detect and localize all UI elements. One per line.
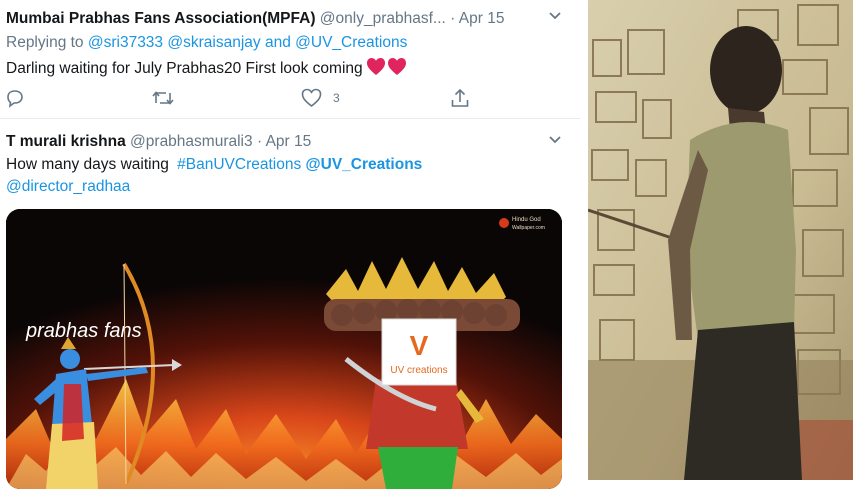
- author-handle[interactable]: @prabhasmurali3: [130, 133, 253, 150]
- reply-mention-1[interactable]: @sri37333: [88, 34, 163, 51]
- tweet-text-line-2: @director_radhaa: [6, 178, 130, 196]
- tweet-text: How many days waiting #BanUVCreations @U…: [6, 156, 422, 174]
- tweet-image[interactable]: Hindu God Wallpaper.com prabhas fans V U…: [6, 209, 562, 489]
- tweet-body: How many days waiting: [6, 156, 169, 173]
- tweet-date[interactable]: Apr 15: [459, 10, 505, 27]
- replying-to-line: Replying to @sri37333 @skraisanjay and @…: [6, 34, 407, 52]
- separator-dot: ·: [256, 133, 263, 150]
- author-name[interactable]: Mumbai Prabhas Fans Association(MPFA): [6, 10, 315, 27]
- tweet-mpfa[interactable]: Mumbai Prabhas Fans Association(MPFA) @o…: [0, 0, 580, 119]
- replying-to-label: Replying to: [6, 34, 84, 51]
- chevron-down-icon[interactable]: [548, 11, 562, 21]
- uv-creations-logo: V UV creations: [381, 318, 457, 386]
- watermark-line2: Wallpaper.com: [512, 225, 545, 231]
- tweet-murali[interactable]: T murali krishna @prabhasmurali3 · Apr 1…: [0, 119, 580, 489]
- reply-mention-3[interactable]: @UV_Creations: [295, 34, 407, 51]
- retweet-icon[interactable]: [152, 88, 174, 108]
- tweet-header: Mumbai Prabhas Fans Association(MPFA) @o…: [6, 10, 504, 28]
- like-count: 3: [333, 91, 340, 105]
- tweet-date[interactable]: Apr 15: [266, 133, 312, 150]
- heart-emoji-pair: [366, 58, 407, 81]
- share-icon[interactable]: [450, 88, 470, 108]
- heart-icon[interactable]: [301, 88, 322, 108]
- movie-poster-photo: [588, 0, 853, 480]
- tweet-feed: Mumbai Prabhas Fans Association(MPFA) @o…: [0, 0, 580, 489]
- watermark-line1: Hindu God: [512, 217, 541, 223]
- uv-logo-text: UV creations: [390, 365, 447, 376]
- mention-link-2[interactable]: @director_radhaa: [6, 178, 130, 195]
- reply-icon[interactable]: [5, 88, 25, 108]
- reply-and-text: and: [264, 34, 291, 51]
- separator-dot: ·: [450, 10, 456, 27]
- uv-logo-letter: V: [410, 330, 429, 361]
- reply-mention-2[interactable]: @skraisanjay: [167, 34, 260, 51]
- hashtag-link[interactable]: #BanUVCreations: [177, 156, 301, 173]
- chevron-down-icon[interactable]: [548, 135, 562, 145]
- panel-divider: [580, 0, 588, 480]
- tweet-text: Darling waiting for July Prabhas20 First…: [6, 58, 407, 81]
- author-name[interactable]: T murali krishna: [6, 133, 126, 150]
- mention-link-1[interactable]: @UV_Creations: [306, 156, 423, 173]
- tweet-body: Darling waiting for July Prabhas20 First…: [6, 60, 363, 77]
- author-handle[interactable]: @only_prabhasf...: [320, 10, 446, 27]
- tweet-header: T murali krishna @prabhasmurali3 · Apr 1…: [6, 133, 311, 151]
